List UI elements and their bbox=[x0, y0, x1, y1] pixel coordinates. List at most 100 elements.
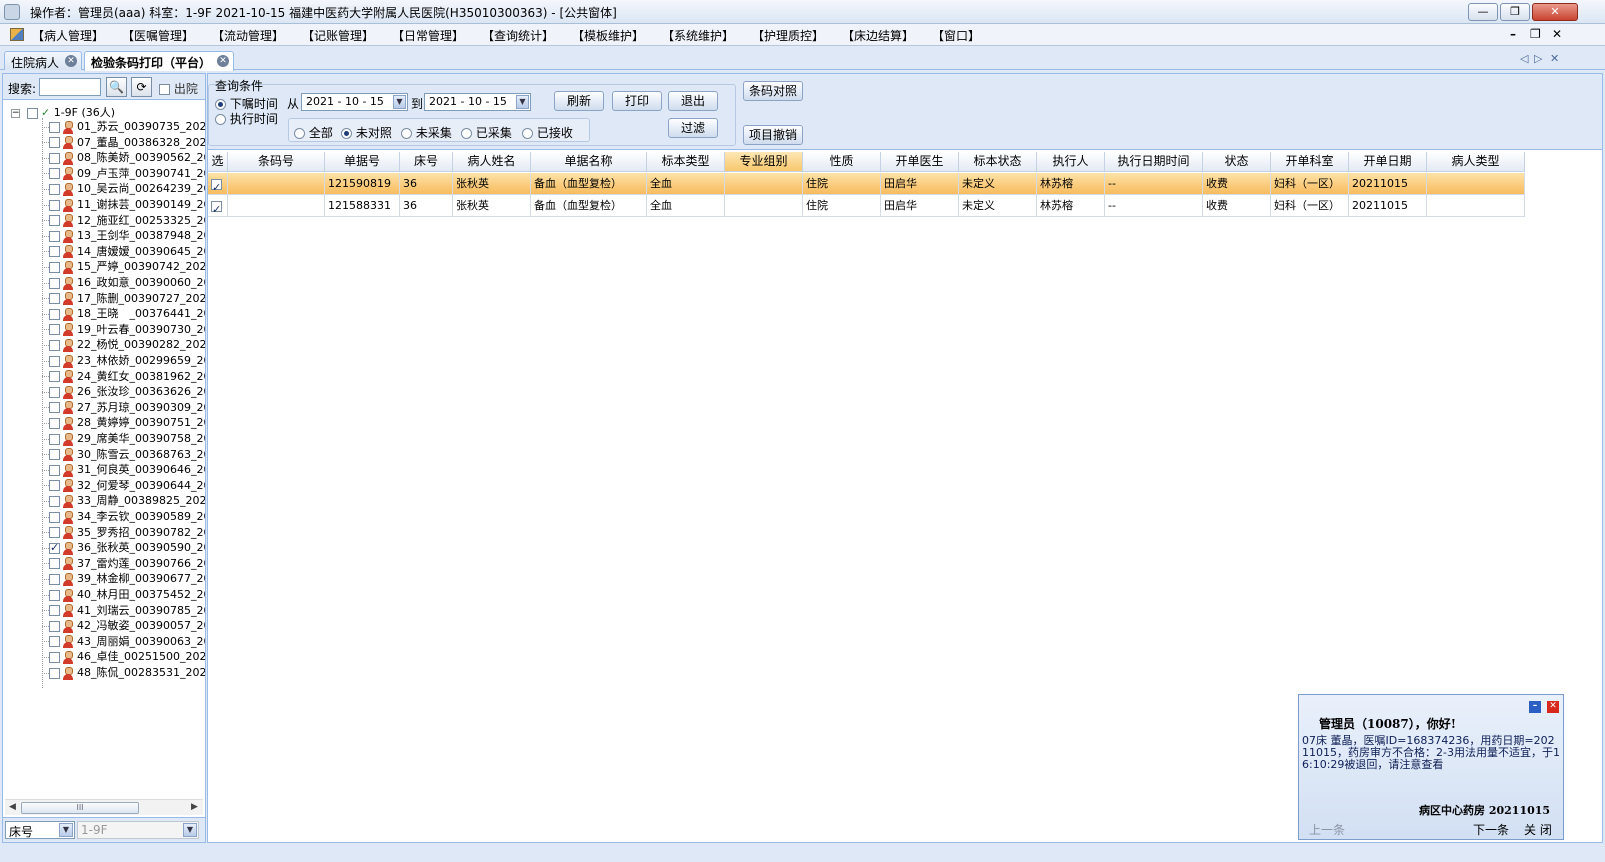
column-header[interactable]: 单据号 bbox=[325, 152, 400, 172]
patient-checkbox[interactable] bbox=[49, 293, 60, 305]
patient-node[interactable]: 27_苏月琼_00390309_20 bbox=[42, 399, 205, 415]
column-header[interactable]: 专业组别 bbox=[725, 152, 803, 172]
patient-checkbox[interactable] bbox=[49, 667, 60, 679]
patient-node[interactable]: 14_唐嫒嫒_00390645_20 bbox=[42, 243, 205, 259]
close-icon[interactable]: ✕ bbox=[1547, 701, 1559, 713]
column-header[interactable]: 开单科室 bbox=[1271, 152, 1349, 172]
patient-checkbox[interactable] bbox=[49, 417, 60, 429]
row-select-cell[interactable] bbox=[208, 195, 228, 217]
minimize-icon[interactable]: – bbox=[1529, 701, 1541, 713]
patient-checkbox[interactable] bbox=[49, 636, 60, 648]
scroll-left-icon[interactable]: ◀ bbox=[9, 802, 16, 812]
patient-node[interactable]: 30_陈雪云_00368763_20 bbox=[42, 446, 205, 462]
patient-node[interactable]: 17_陈删_00390727_2021 bbox=[42, 290, 205, 306]
patient-checkbox[interactable] bbox=[49, 355, 60, 367]
status-option-collected[interactable]: 已采集 bbox=[461, 124, 512, 141]
mdi-restore-button[interactable]: ❐ bbox=[1530, 27, 1541, 41]
menu-item-template[interactable]: 【模板维护】 bbox=[572, 27, 644, 44]
column-header[interactable]: 标本状态 bbox=[959, 152, 1037, 172]
table-row[interactable]: 12158833136张秋英备血（血型复检）全血 住院田启华未定义林苏榕--收费妇… bbox=[208, 195, 1525, 217]
column-header[interactable]: 单据名称 bbox=[531, 152, 647, 172]
chevron-down-icon[interactable]: ▼ bbox=[393, 95, 406, 109]
patient-checkbox[interactable] bbox=[49, 230, 60, 242]
close-notification-link[interactable]: 关 闭 bbox=[1524, 821, 1552, 838]
patient-node[interactable]: 32_何爱琴_00390644_20 bbox=[42, 477, 205, 493]
patient-node[interactable]: 40_林月田_00375452_20 bbox=[42, 586, 205, 602]
patient-node[interactable]: 15_严婷_00390742_2021 bbox=[42, 258, 205, 274]
column-header[interactable]: 条码号 bbox=[228, 152, 325, 172]
patient-node[interactable]: 48_陈侃_00283531_2021 bbox=[42, 664, 205, 680]
tab-close-icon[interactable]: ✕ bbox=[65, 55, 78, 67]
search-icon[interactable]: 🔍 bbox=[106, 77, 127, 97]
column-header[interactable]: 开单医生 bbox=[881, 152, 959, 172]
patient-node[interactable]: 01_苏云_00390735_2021 bbox=[42, 118, 205, 134]
patient-node[interactable]: 26_张汝珍_00363626_20 bbox=[42, 383, 205, 399]
mdi-minimize-button[interactable]: – bbox=[1510, 27, 1516, 41]
menu-item-orders[interactable]: 【医嘱管理】 bbox=[122, 27, 194, 44]
patient-checkbox[interactable] bbox=[49, 620, 60, 632]
radio-button[interactable] bbox=[461, 128, 472, 139]
discharge-checkbox[interactable] bbox=[159, 84, 170, 95]
patient-checkbox[interactable] bbox=[49, 605, 60, 617]
patient-node[interactable]: 43_周丽娟_00390063_20 bbox=[42, 633, 205, 649]
patient-checkbox[interactable] bbox=[49, 137, 60, 149]
patient-checkbox[interactable] bbox=[49, 261, 60, 273]
column-header[interactable]: 床号 bbox=[400, 152, 453, 172]
tab-prev-icon[interactable]: ◁ bbox=[1520, 52, 1528, 65]
row-checkbox[interactable] bbox=[211, 199, 222, 216]
window-close-button[interactable]: ✕ bbox=[1532, 3, 1578, 21]
tab-close-all-icon[interactable]: ✕ bbox=[1550, 52, 1559, 65]
date-to-picker[interactable]: 2021 - 10 - 15 ▼ bbox=[424, 93, 531, 111]
print-button[interactable]: 打印 bbox=[612, 91, 662, 111]
column-header[interactable]: 病人类型 bbox=[1427, 152, 1525, 172]
radio-button[interactable] bbox=[215, 114, 226, 125]
patient-node[interactable]: 19_叶云春_00390730_20 bbox=[42, 321, 205, 337]
patient-checkbox[interactable] bbox=[49, 464, 60, 476]
collapse-icon[interactable]: − bbox=[11, 108, 20, 118]
item-cancel-button[interactable]: 项目撤销 bbox=[743, 125, 803, 145]
patient-checkbox[interactable] bbox=[49, 402, 60, 414]
column-header[interactable]: 执行人 bbox=[1037, 152, 1105, 172]
patient-node[interactable]: 11_谢抹芸_00390149_20 bbox=[42, 196, 205, 212]
refresh-button[interactable]: 刷新 bbox=[554, 91, 604, 111]
patient-checkbox[interactable] bbox=[49, 324, 60, 336]
patient-checkbox[interactable] bbox=[49, 573, 60, 585]
row-select-cell[interactable] bbox=[208, 173, 228, 195]
chevron-down-icon[interactable]: ▼ bbox=[59, 823, 73, 837]
window-restore-button[interactable]: ❐ bbox=[1500, 3, 1530, 21]
filter-button[interactable]: 过滤 bbox=[668, 118, 718, 138]
patient-node[interactable]: 42_冯敏姿_00390057_20 bbox=[42, 617, 205, 633]
refresh-list-icon[interactable]: ⟳ bbox=[131, 77, 152, 97]
menu-item-billing[interactable]: 【记账管理】 bbox=[302, 27, 374, 44]
patient-checkbox[interactable] bbox=[49, 215, 60, 227]
patient-checkbox[interactable] bbox=[49, 168, 60, 180]
menu-item-daily[interactable]: 【日常管理】 bbox=[392, 27, 464, 44]
discharge-toggle[interactable]: 出院 bbox=[159, 80, 198, 97]
status-option-unmatched[interactable]: 未对照 bbox=[341, 124, 392, 141]
patient-checkbox[interactable] bbox=[49, 308, 60, 320]
exit-button[interactable]: 退出 bbox=[668, 91, 718, 111]
scroll-right-icon[interactable]: ▶ bbox=[191, 802, 198, 812]
row-checkbox[interactable] bbox=[211, 177, 222, 194]
patient-node[interactable]: 08_陈美娇_00390562_20 bbox=[42, 149, 205, 165]
patient-node[interactable]: 46_卓佳_00251500_2021 bbox=[42, 648, 205, 664]
patient-checkbox[interactable] bbox=[49, 651, 60, 663]
tab-next-icon[interactable]: ▷ bbox=[1534, 52, 1542, 65]
patient-node[interactable]: 41_刘瑞云_00390785_20 bbox=[42, 602, 205, 618]
time-option-execute[interactable]: 执行时间 bbox=[215, 110, 278, 127]
patient-node[interactable]: 13_王剑华_00387948_20 bbox=[42, 227, 205, 243]
patient-node[interactable]: 35_罗秀招_00390782_20 bbox=[42, 524, 205, 540]
column-header[interactable]: 执行日期时间 bbox=[1105, 152, 1203, 172]
sort-select[interactable]: 床号 ▼ bbox=[5, 821, 75, 839]
patient-checkbox[interactable] bbox=[49, 386, 60, 398]
patient-checkbox[interactable] bbox=[49, 433, 60, 445]
patient-node[interactable]: 37_雷灼莲_00390766_20 bbox=[42, 555, 205, 571]
patient-checkbox[interactable] bbox=[49, 589, 60, 601]
patient-node[interactable]: 23_林依娇_00299659_20 bbox=[42, 352, 205, 368]
patient-checkbox[interactable] bbox=[49, 511, 60, 523]
tree-root-checkbox[interactable] bbox=[26, 107, 38, 119]
status-option-uncollected[interactable]: 未采集 bbox=[401, 124, 452, 141]
prev-message-link[interactable]: 上一条 bbox=[1309, 821, 1345, 838]
column-header[interactable]: 性质 bbox=[803, 152, 881, 172]
menu-item-nursing-qc[interactable]: 【护理质控】 bbox=[752, 27, 824, 44]
